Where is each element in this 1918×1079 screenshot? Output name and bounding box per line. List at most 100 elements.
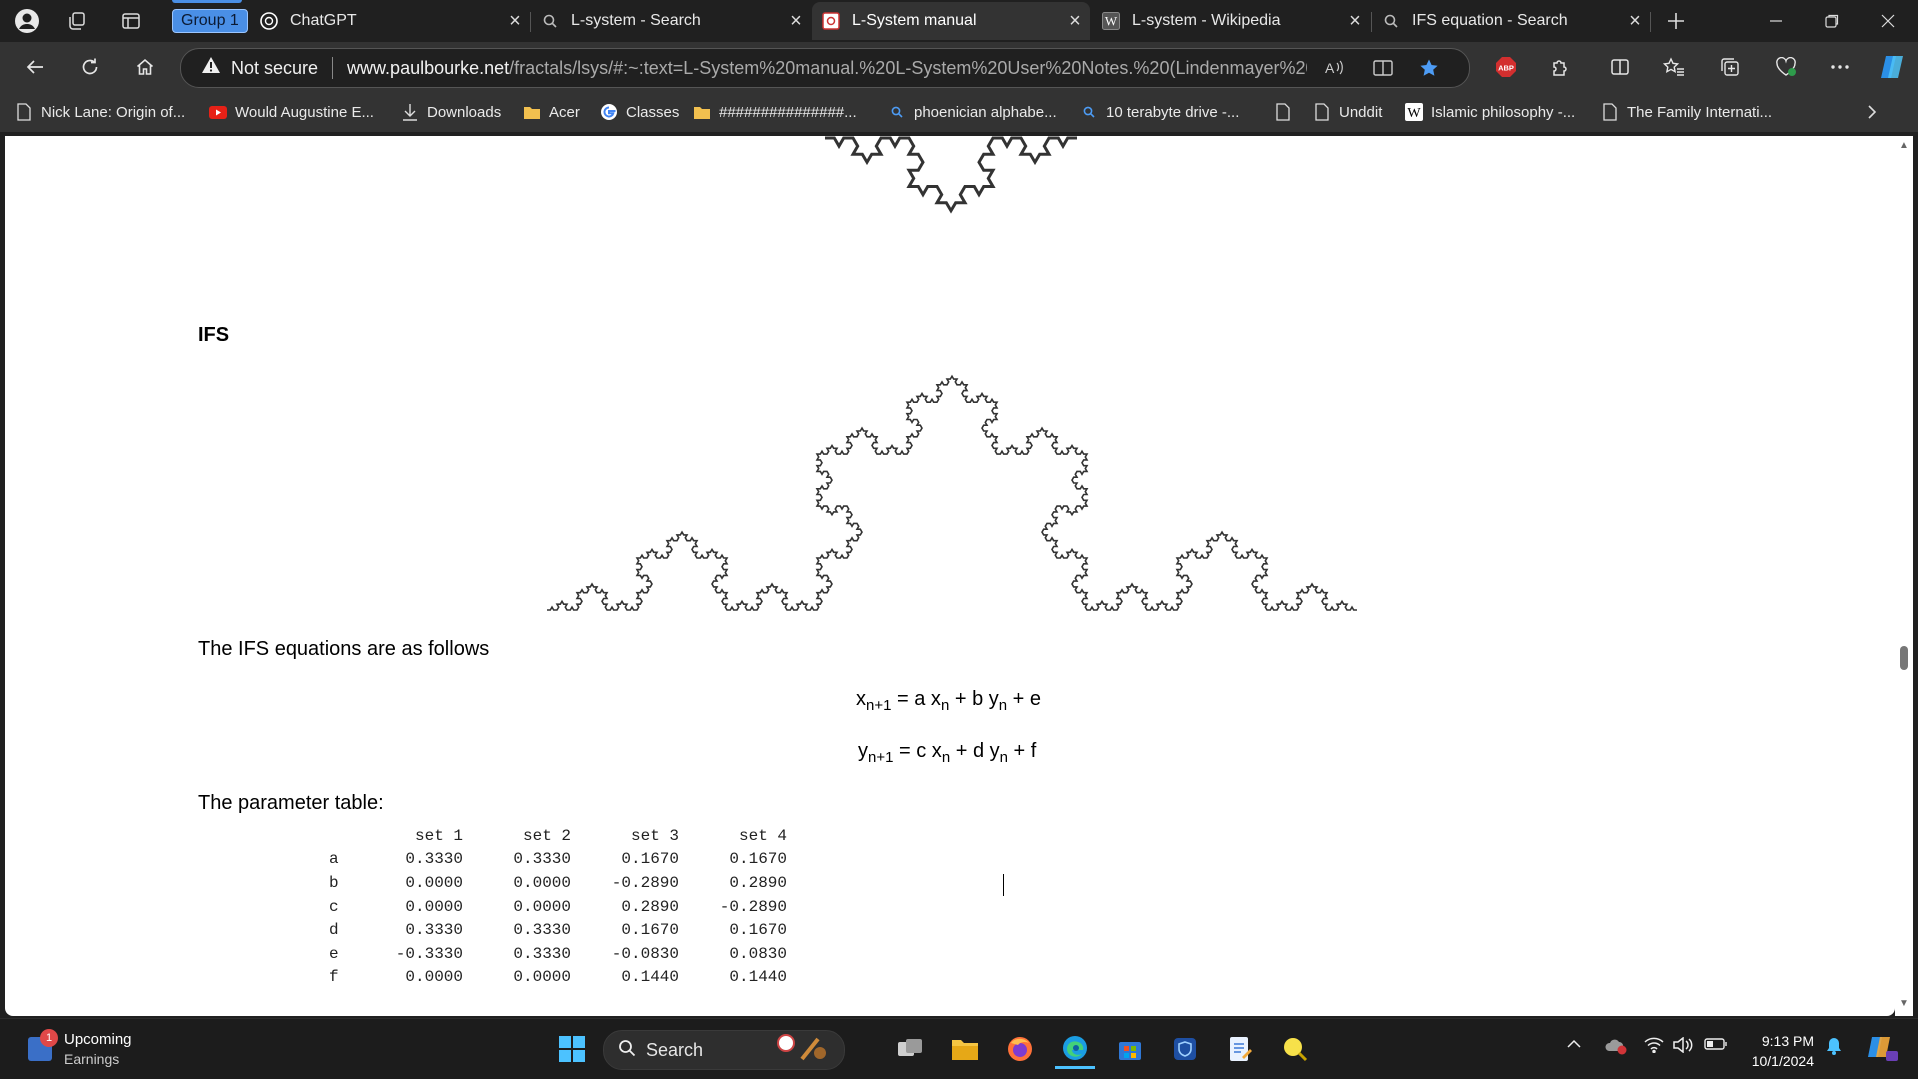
onedrive-icon[interactable] [1604,1037,1628,1060]
firefox-icon[interactable] [1000,1029,1040,1069]
svg-text:W: W [1407,106,1421,121]
tab-ifs-equation-search[interactable]: IFS equation - Search × [1372,2,1650,40]
page-scrollbar[interactable]: ▲ ▼ [1895,136,1913,1016]
copilot-taskbar-icon[interactable] [1866,1031,1898,1068]
refresh-icon[interactable] [72,50,108,84]
battery-icon[interactable] [1704,1037,1728,1056]
clock-date: 10/1/2024 [1751,1053,1814,1069]
close-tab-icon[interactable]: × [500,10,530,33]
bookmark-item[interactable]: Downloads [401,101,501,123]
favorite-star-icon[interactable] [1415,55,1443,81]
tab-group-chip[interactable]: Group 1 [172,9,248,33]
warning-icon[interactable] [201,56,221,80]
bookmark-item[interactable]: The Family Internati... [1601,101,1772,123]
scroll-up-icon[interactable]: ▲ [1898,140,1910,151]
favorites-icon[interactable] [1656,50,1692,84]
split-screen-icon[interactable] [1602,50,1638,84]
adblock-icon[interactable]: ABP [1488,50,1524,84]
start-icon[interactable] [552,1029,592,1069]
news-widget[interactable]: 1 Upcoming Earnings [28,1029,178,1069]
show-hidden-icons-icon[interactable] [1566,1037,1582,1055]
scroll-down-icon[interactable]: ▼ [1898,998,1910,1009]
svg-text:A: A [1325,60,1335,76]
table-cell: 0.3330 [513,944,571,963]
page-icon [15,103,33,121]
address-divider [332,57,334,79]
equation-y: yn+1 = c xn + d yn + f [858,740,1036,766]
table-cell: -0.2890 [611,873,679,892]
workspaces-icon[interactable] [64,8,90,34]
table-cell: 0.3330 [405,850,463,869]
close-tab-icon[interactable]: × [781,10,811,33]
task-view-icon[interactable] [890,1029,930,1069]
widget-title: Upcoming [64,1031,132,1048]
scrollbar-thumb[interactable] [1900,646,1908,670]
bookmark-item[interactable]: Acer [523,101,580,123]
close-tab-icon[interactable]: × [1340,10,1370,33]
profile-icon[interactable] [14,8,40,34]
search-icon [1382,12,1400,30]
security-app-icon[interactable] [1165,1029,1205,1069]
taskbar-search[interactable]: Search [603,1030,845,1070]
file-explorer-icon[interactable] [945,1029,985,1069]
url-text[interactable]: www.paulbourke.net/fractals/lsys/#:~:tex… [347,58,1307,79]
volume-icon[interactable] [1672,1036,1694,1058]
tab-l-system-search[interactable]: L-system - Search × [531,2,811,40]
table-cell: 0.0000 [405,873,463,892]
extensions-icon[interactable] [1542,50,1578,84]
read-aloud-icon[interactable]: A [1321,55,1349,81]
url-host: www.paulbourke.net [347,57,510,78]
notifications-bell-icon[interactable] [1826,1037,1842,1060]
bookmark-label: Nick Lane: Origin of... [41,103,186,121]
new-tab-icon[interactable] [1663,8,1689,34]
tab-actions-icon[interactable] [118,8,144,34]
home-icon[interactable] [127,50,163,84]
immersive-reader-icon[interactable] [1369,55,1397,81]
browser-essentials-icon[interactable] [1768,50,1804,84]
bookmark-item[interactable]: Would Augustine E... [209,101,374,123]
edge-icon[interactable] [1055,1029,1095,1069]
tab-strip: Group 1 ChatGPT × L-system - Search × L-… [0,0,1918,42]
tab-l-system-manual[interactable]: L-System manual × [812,2,1090,40]
tab-title: L-system - Search [571,12,701,29]
row-label: e [329,944,339,963]
bookmark-item[interactable]: W Islamic philosophy -... [1405,101,1575,123]
tab-l-system-wikipedia[interactable]: W L-system - Wikipedia × [1092,2,1370,40]
eq-subscript: n+1 [868,749,894,766]
parameter-table-title: The parameter table: [198,792,384,814]
tab-chatgpt[interactable]: ChatGPT × [250,2,530,40]
table-cell: 0.0830 [729,944,787,963]
bookmark-item[interactable]: Classes [600,101,679,123]
bookmarks-overflow-icon[interactable] [1866,101,1878,123]
close-window-icon[interactable] [1865,4,1911,38]
bookmark-item[interactable] [1274,101,1300,123]
bookmark-item[interactable]: phoenician alphabe... [888,101,1057,123]
address-bar[interactable]: Not secure www.paulbourke.net/fractals/l… [180,48,1470,88]
close-tab-icon[interactable]: × [1060,10,1090,33]
eq-term: + d y [950,740,1000,762]
minimize-icon[interactable] [1753,4,1799,38]
bookmark-item[interactable]: ###############... [693,101,857,123]
bookmark-item[interactable]: Nick Lane: Origin of... [15,101,185,123]
table-cell: 0.3330 [405,921,463,940]
bookmark-item[interactable]: Unddit [1313,101,1382,123]
collections-icon[interactable] [1712,50,1748,84]
back-icon[interactable] [17,50,53,84]
close-tab-icon[interactable]: × [1620,10,1650,33]
windows-taskbar: 1 Upcoming Earnings Search 9:13 PM 10/1/… [0,1018,1918,1079]
chatgpt-icon [260,12,278,30]
eq-term: = a x [891,688,941,710]
table-cell: 0.0000 [405,968,463,987]
notepad-icon[interactable] [1220,1029,1260,1069]
table-cell: 0.1440 [729,968,787,987]
magnifier-app-icon[interactable] [1275,1029,1315,1069]
system-clock[interactable]: 9:13 PM 10/1/2024 [1742,1031,1814,1071]
security-status[interactable]: Not secure [231,58,318,79]
tab-title: L-system - Wikipedia [1132,12,1281,29]
more-menu-icon[interactable] [1822,50,1858,84]
microsoft-store-icon[interactable] [1110,1029,1150,1069]
wifi-icon[interactable] [1644,1037,1664,1058]
bookmark-item[interactable]: 10 terabyte drive -... [1080,101,1239,123]
restore-icon[interactable] [1809,4,1855,38]
copilot-icon[interactable] [1874,50,1910,84]
